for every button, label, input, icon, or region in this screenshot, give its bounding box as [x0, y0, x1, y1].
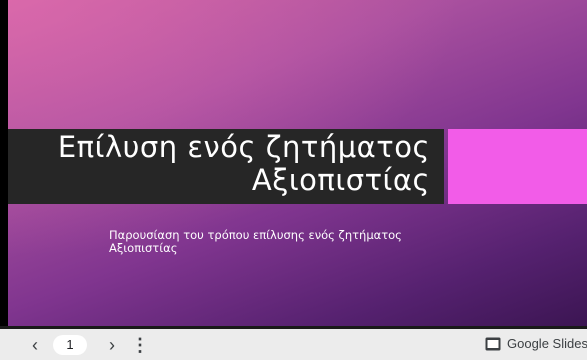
- google-slides-link[interactable]: Google Slides: [507, 336, 587, 352]
- slide-title-line-2: Αξιοπιστίας: [251, 163, 430, 197]
- chevron-right-icon[interactable]: ›: [104, 335, 120, 355]
- slide-title-line-1: Επίλυση ενός ζητήματος: [57, 130, 430, 164]
- embedded-presentation: Επίλυση ενός ζητήματος Αξιοπιστίας Παρου…: [0, 0, 587, 360]
- left-border: [0, 0, 8, 328]
- more-vertical-icon[interactable]: ⋮: [131, 335, 149, 355]
- presentation-toolbar: ‹ 1 › ⋮ Google Slides: [0, 329, 587, 360]
- chevron-left-icon[interactable]: ‹: [27, 335, 43, 355]
- google-slides-icon[interactable]: [485, 337, 501, 351]
- slide-title: Επίλυση ενός ζητήματος Αξιοπιστίας: [58, 131, 430, 197]
- title-bar: Επίλυση ενός ζητήματος Αξιοπιστίας: [8, 129, 444, 204]
- slide-subtitle-line-2: Αξιοπιστίας: [109, 241, 178, 255]
- slide-canvas[interactable]: Επίλυση ενός ζητήματος Αξιοπιστίας Παρου…: [8, 0, 587, 328]
- page-number-input[interactable]: 1: [53, 335, 87, 355]
- accent-block: [448, 129, 587, 204]
- slide-subtitle: Παρουσίαση του τρόπου επίλυσης ενός ζητή…: [109, 229, 489, 255]
